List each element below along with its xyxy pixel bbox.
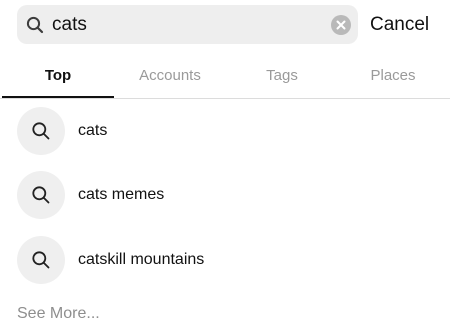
search-input[interactable]: cats <box>17 5 358 44</box>
suggestion-item[interactable]: cats <box>0 104 450 156</box>
suggestion-label: cats memes <box>78 186 165 203</box>
tab-top[interactable]: Top <box>2 56 114 98</box>
search-icon <box>32 251 50 269</box>
clear-search-icon[interactable] <box>331 15 351 35</box>
suggestion-icon-circle <box>17 236 65 284</box>
search-tabs: Top Accounts Tags Places <box>0 56 450 99</box>
search-icon <box>32 186 50 204</box>
see-more-link[interactable]: See More... <box>17 304 100 324</box>
suggestion-label: cats <box>78 122 108 139</box>
tab-tags[interactable]: Tags <box>226 56 338 98</box>
search-icon <box>32 122 50 140</box>
suggestion-item[interactable]: catskill mountains <box>0 233 450 285</box>
search-query-text[interactable]: cats <box>52 13 87 37</box>
tab-accounts[interactable]: Accounts <box>114 56 226 98</box>
tab-places[interactable]: Places <box>338 56 448 98</box>
cancel-button[interactable]: Cancel <box>370 13 429 37</box>
active-tab-indicator <box>2 96 114 98</box>
suggestion-icon-circle <box>17 171 65 219</box>
suggestion-label: catskill mountains <box>78 251 205 268</box>
suggestion-item[interactable]: cats memes <box>0 168 450 220</box>
search-icon <box>26 16 44 34</box>
suggestion-icon-circle <box>17 107 65 155</box>
search-bar-row: cats Cancel <box>0 0 450 50</box>
